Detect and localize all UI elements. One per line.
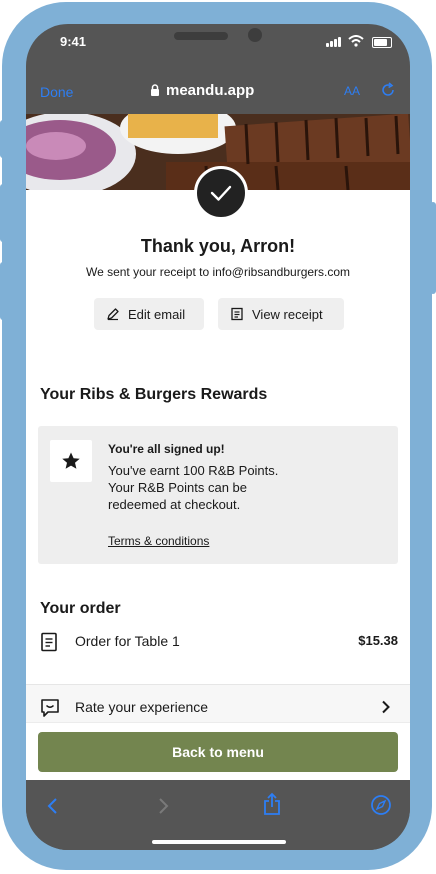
back-icon[interactable] [46,796,60,816]
side-button-volume-down [0,262,6,320]
receipt-icon [231,307,243,321]
phone-screen: 9:41 Done meandu.app AA Thank you, Arron… [26,24,410,850]
battery-icon [372,37,392,48]
text-size-icon[interactable]: AA [344,84,360,98]
chat-smile-icon [41,699,59,717]
side-button-power [430,202,436,294]
side-button-volume-up [0,184,6,242]
pencil-icon [107,308,119,321]
receipt-sent-text: We sent your receipt to info@ribsandburg… [85,265,351,279]
rewards-line-3: redeemed at checkout. [108,497,241,512]
rewards-body: You've earnt 100 R&B Points. Your R&B Po… [108,462,338,513]
terms-link[interactable]: Terms & conditions [108,534,209,548]
status-time: 9:41 [60,34,87,49]
forward-icon[interactable] [156,796,170,816]
edit-email-label: Edit email [128,306,186,322]
edit-email-button[interactable]: Edit email [94,298,204,330]
order-row[interactable]: Order for Table 1 $15.38 [38,630,398,654]
home-indicator[interactable] [152,840,286,844]
web-content: Thank you, Arron! We sent your receipt t… [26,114,410,780]
view-receipt-label: View receipt [252,306,323,322]
rate-experience-label: Rate your experience [75,699,209,715]
star-icon [50,440,92,482]
thank-you-title: Thank you, Arron! [140,236,296,256]
chevron-right-icon [382,700,390,714]
order-section-title: Your order [40,600,121,617]
reload-icon[interactable] [380,82,396,98]
front-camera [248,28,262,42]
browser-url-bar: Done meandu.app AA [26,76,410,106]
view-receipt-button[interactable]: View receipt [218,298,344,330]
compass-icon[interactable] [370,794,392,816]
rewards-line-2: Your R&B Points can be [108,480,247,495]
share-icon[interactable] [262,792,282,816]
rewards-line-1: You've earnt 100 R&B Points. [108,463,279,478]
signal-icon [326,37,342,47]
rewards-card: You're all signed up! You've earnt 100 R… [38,426,398,564]
url-text[interactable]: meandu.app [151,82,255,99]
rewards-heading: You're all signed up! [108,442,225,456]
back-to-menu-button[interactable]: Back to menu [38,732,398,772]
side-button-mute [0,120,6,158]
document-icon [41,632,57,652]
url-label: meandu.app [166,82,255,99]
done-button[interactable]: Done [40,84,73,100]
order-row-amount: $15.38 [358,633,398,648]
rewards-section-title: Your Ribs & Burgers Rewards [40,386,268,403]
speaker-grille [174,32,228,40]
checkmark-icon [194,166,248,220]
wifi-icon [348,35,364,47]
order-row-label: Order for Table 1 [75,633,180,649]
lock-icon [151,84,159,96]
